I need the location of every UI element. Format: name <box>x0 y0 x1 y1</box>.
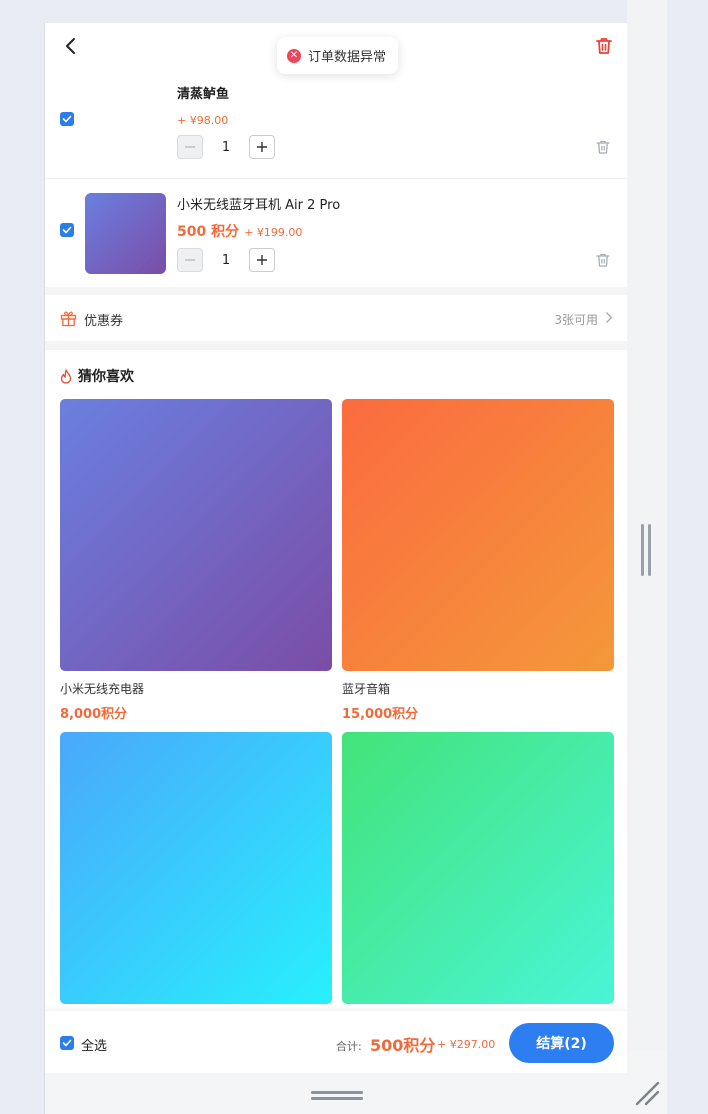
decrease-button[interactable] <box>177 248 203 272</box>
item-checkbox[interactable] <box>60 223 74 237</box>
item-name: 清蒸鲈鱼 <box>177 87 230 102</box>
product-image <box>60 399 332 671</box>
increase-button[interactable] <box>249 135 275 159</box>
coupon-row[interactable]: 优惠券 3张可用 <box>45 295 627 341</box>
coupon-available-count: 3张可用 <box>554 313 598 327</box>
product-points: 15,000积分 <box>342 707 419 722</box>
item-points-price: 500 积分 <box>177 224 240 240</box>
delete-all-trash-icon[interactable] <box>594 36 614 56</box>
product-image <box>342 399 614 671</box>
resize-grip-icon[interactable] <box>634 1080 660 1106</box>
product-name: 蓝牙音箱 <box>342 682 391 696</box>
item-checkbox[interactable] <box>60 112 74 126</box>
product-image <box>60 732 332 1004</box>
cart-page: ✕ 订单数据异常 清蒸鲈鱼 + ¥98.00 1 小米无线蓝牙耳机 Air 2 … <box>45 23 627 1073</box>
total-label: 合计: <box>336 1040 362 1053</box>
quantity-value: 1 <box>221 252 231 268</box>
quantity-stepper: 1 <box>177 248 275 272</box>
plus-icon <box>257 142 267 152</box>
recommend-title: 猜你喜欢 <box>78 369 134 385</box>
flame-icon <box>60 368 72 384</box>
split-drag-handle[interactable] <box>640 524 654 576</box>
trash-icon[interactable] <box>595 139 611 155</box>
product-thumbnail[interactable] <box>85 193 166 274</box>
item-cash-price: + ¥199.00 <box>244 226 303 239</box>
item-cash-price: + ¥98.00 <box>177 114 229 127</box>
error-circle-icon: ✕ <box>287 48 301 63</box>
coupon-label: 优惠券 <box>84 314 124 329</box>
checkmark-icon <box>62 1039 72 1047</box>
item-price: 500 积分 + ¥199.00 <box>177 221 302 241</box>
recommend-header: 猜你喜欢 <box>59 366 134 386</box>
product-card[interactable]: 蓝牙音箱 15,000积分 <box>342 399 614 722</box>
cart-item: 小米无线蓝牙耳机 Air 2 Pro 500 积分 + ¥199.00 1 <box>45 178 627 287</box>
product-image <box>342 732 614 1004</box>
toast-message: 订单数据异常 <box>308 50 387 65</box>
error-toast: ✕ 订单数据异常 <box>277 37 399 74</box>
quantity-value: 1 <box>221 139 231 155</box>
item-price: + ¥98.00 <box>177 109 228 128</box>
checkout-bar: 全选 合计: 500积分 + ¥297.00 结算(2) <box>45 1011 627 1073</box>
product-card[interactable]: 小米无线充电器 8,000积分 <box>60 399 332 722</box>
quantity-stepper: 1 <box>177 135 275 159</box>
checkmark-icon <box>62 226 72 234</box>
total-points: 500积分 <box>370 1036 436 1055</box>
product-points: 8,000积分 <box>60 707 128 722</box>
total-cash: + ¥297.00 <box>437 1038 496 1051</box>
trash-icon[interactable] <box>595 252 611 268</box>
checkmark-icon <box>62 115 72 123</box>
product-name: 小米无线充电器 <box>60 682 145 696</box>
checkout-button[interactable]: 结算(2) <box>509 1023 614 1063</box>
minus-icon <box>185 259 195 261</box>
recommend-section: 猜你喜欢 小米无线充电器 8,000积分 蓝牙音箱 15,000积分 <box>45 350 627 1050</box>
chevron-right-icon <box>606 312 613 323</box>
home-indicator[interactable] <box>311 1089 363 1103</box>
item-name: 小米无线蓝牙耳机 Air 2 Pro <box>177 198 341 213</box>
cart-item: 清蒸鲈鱼 + ¥98.00 1 <box>45 69 627 178</box>
minus-icon <box>185 146 195 148</box>
back-arrow-icon[interactable] <box>61 36 81 56</box>
select-all-label[interactable]: 全选 <box>81 1035 107 1054</box>
cart-list: 清蒸鲈鱼 + ¥98.00 1 小米无线蓝牙耳机 Air 2 Pro 500 积… <box>45 69 627 287</box>
gift-icon <box>60 311 77 327</box>
product-card[interactable] <box>342 732 614 1004</box>
increase-button[interactable] <box>249 248 275 272</box>
product-card[interactable] <box>60 732 332 1004</box>
plus-icon <box>257 255 267 265</box>
select-all-checkbox[interactable] <box>60 1036 74 1050</box>
decrease-button[interactable] <box>177 135 203 159</box>
